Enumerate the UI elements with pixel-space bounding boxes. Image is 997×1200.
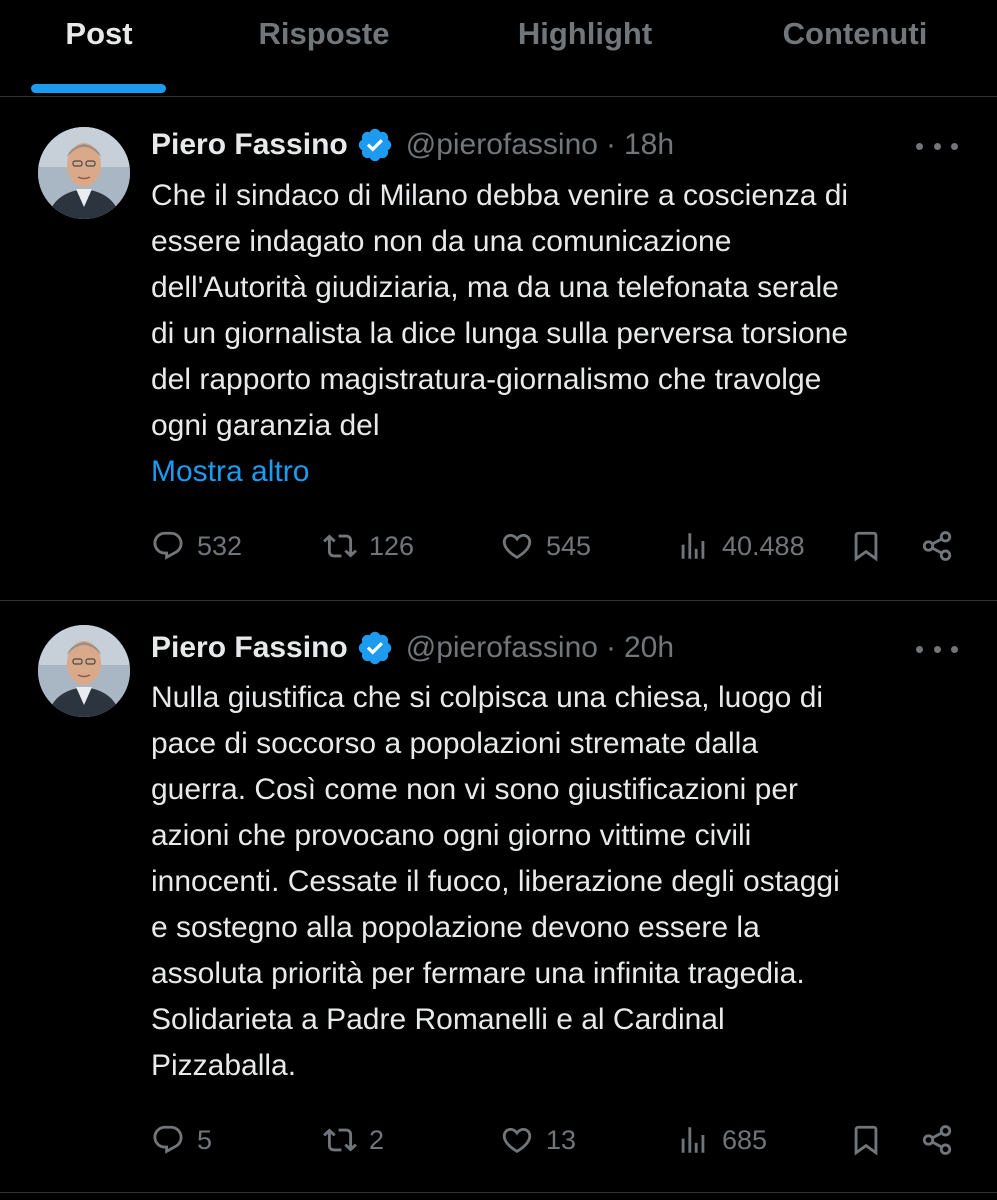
tab-risposte[interactable]: Risposte bbox=[198, 0, 450, 96]
verified-badge-icon bbox=[358, 631, 391, 665]
tab-contenuti-label: Contenuti bbox=[782, 16, 928, 51]
views-chart-icon bbox=[681, 1127, 705, 1153]
tab-highlight-label: Highlight bbox=[517, 16, 653, 51]
tab-highlight[interactable]: Highlight bbox=[450, 0, 720, 96]
views-chart-icon bbox=[681, 533, 705, 559]
like-count: 545 bbox=[546, 530, 592, 561]
like-count: 13 bbox=[546, 1124, 577, 1155]
bookmark-icon[interactable] bbox=[849, 1123, 883, 1157]
like-button[interactable]: 545 bbox=[500, 529, 591, 563]
repost-icon bbox=[323, 1128, 357, 1152]
views-count: 40.488 bbox=[722, 530, 805, 561]
reply-button[interactable]: 532 bbox=[151, 529, 242, 563]
reply-count: 5 bbox=[197, 1124, 213, 1155]
tab-post[interactable]: Post bbox=[0, 0, 198, 96]
avatar[interactable] bbox=[38, 127, 130, 219]
tweet-timestamp[interactable]: 18h bbox=[624, 128, 674, 162]
avatar[interactable] bbox=[38, 625, 130, 717]
views-count: 685 bbox=[722, 1124, 768, 1155]
tweet[interactable]: Piero Fassino @pierofassino · 20h Nulla … bbox=[0, 601, 997, 1191]
tab-post-label: Post bbox=[65, 16, 133, 51]
reply-icon bbox=[153, 1125, 183, 1154]
tab-contenuti[interactable]: Contenuti bbox=[720, 0, 990, 96]
like-button[interactable]: 13 bbox=[500, 1123, 576, 1157]
tweet-divider bbox=[0, 1192, 997, 1193]
tweet-header: Piero Fassino @pierofassino · 18h bbox=[151, 125, 674, 165]
more-options-icon[interactable] bbox=[916, 637, 958, 661]
heart-icon bbox=[502, 533, 532, 559]
author-name[interactable]: Piero Fassino bbox=[151, 128, 348, 162]
tweet-header: Piero Fassino @pierofassino · 20h bbox=[151, 628, 674, 668]
tweet-text: Nulla giustifica che si colpisca una chi… bbox=[151, 681, 840, 1082]
tab-risposte-label: Risposte bbox=[258, 16, 390, 51]
repost-count: 126 bbox=[369, 530, 415, 561]
more-options-icon[interactable] bbox=[916, 134, 958, 158]
author-name[interactable]: Piero Fassino bbox=[151, 631, 348, 665]
views-button[interactable]: 685 bbox=[676, 1123, 767, 1157]
repost-button[interactable]: 126 bbox=[323, 529, 414, 563]
profile-tabs: Post Risposte Highlight Contenuti bbox=[0, 0, 997, 97]
reply-button[interactable]: 5 bbox=[151, 1123, 212, 1157]
share-icon[interactable] bbox=[920, 1123, 954, 1157]
separator-dot: · bbox=[605, 631, 616, 664]
reply-icon bbox=[153, 531, 183, 560]
author-handle[interactable]: @pierofassino bbox=[406, 128, 598, 162]
tweet-text: Che il sindaco di Milano debba venire a … bbox=[151, 179, 849, 442]
tweet[interactable]: Piero Fassino @pierofassino · 18h Che il… bbox=[0, 97, 997, 600]
active-tab-indicator bbox=[31, 84, 166, 93]
author-handle[interactable]: @pierofassino bbox=[406, 631, 598, 665]
show-more-link[interactable]: Mostra altro bbox=[151, 449, 309, 495]
verified-badge-icon bbox=[358, 128, 391, 162]
share-icon[interactable] bbox=[920, 529, 954, 563]
bookmark-icon[interactable] bbox=[849, 529, 883, 563]
repost-icon bbox=[323, 534, 357, 558]
heart-icon bbox=[502, 1127, 532, 1153]
reply-count: 532 bbox=[197, 530, 243, 561]
views-button[interactable]: 40.488 bbox=[676, 529, 805, 563]
tweet-timestamp[interactable]: 20h bbox=[624, 631, 674, 665]
repost-count: 2 bbox=[369, 1124, 385, 1155]
separator-dot: · bbox=[605, 128, 616, 161]
repost-button[interactable]: 2 bbox=[323, 1123, 384, 1157]
